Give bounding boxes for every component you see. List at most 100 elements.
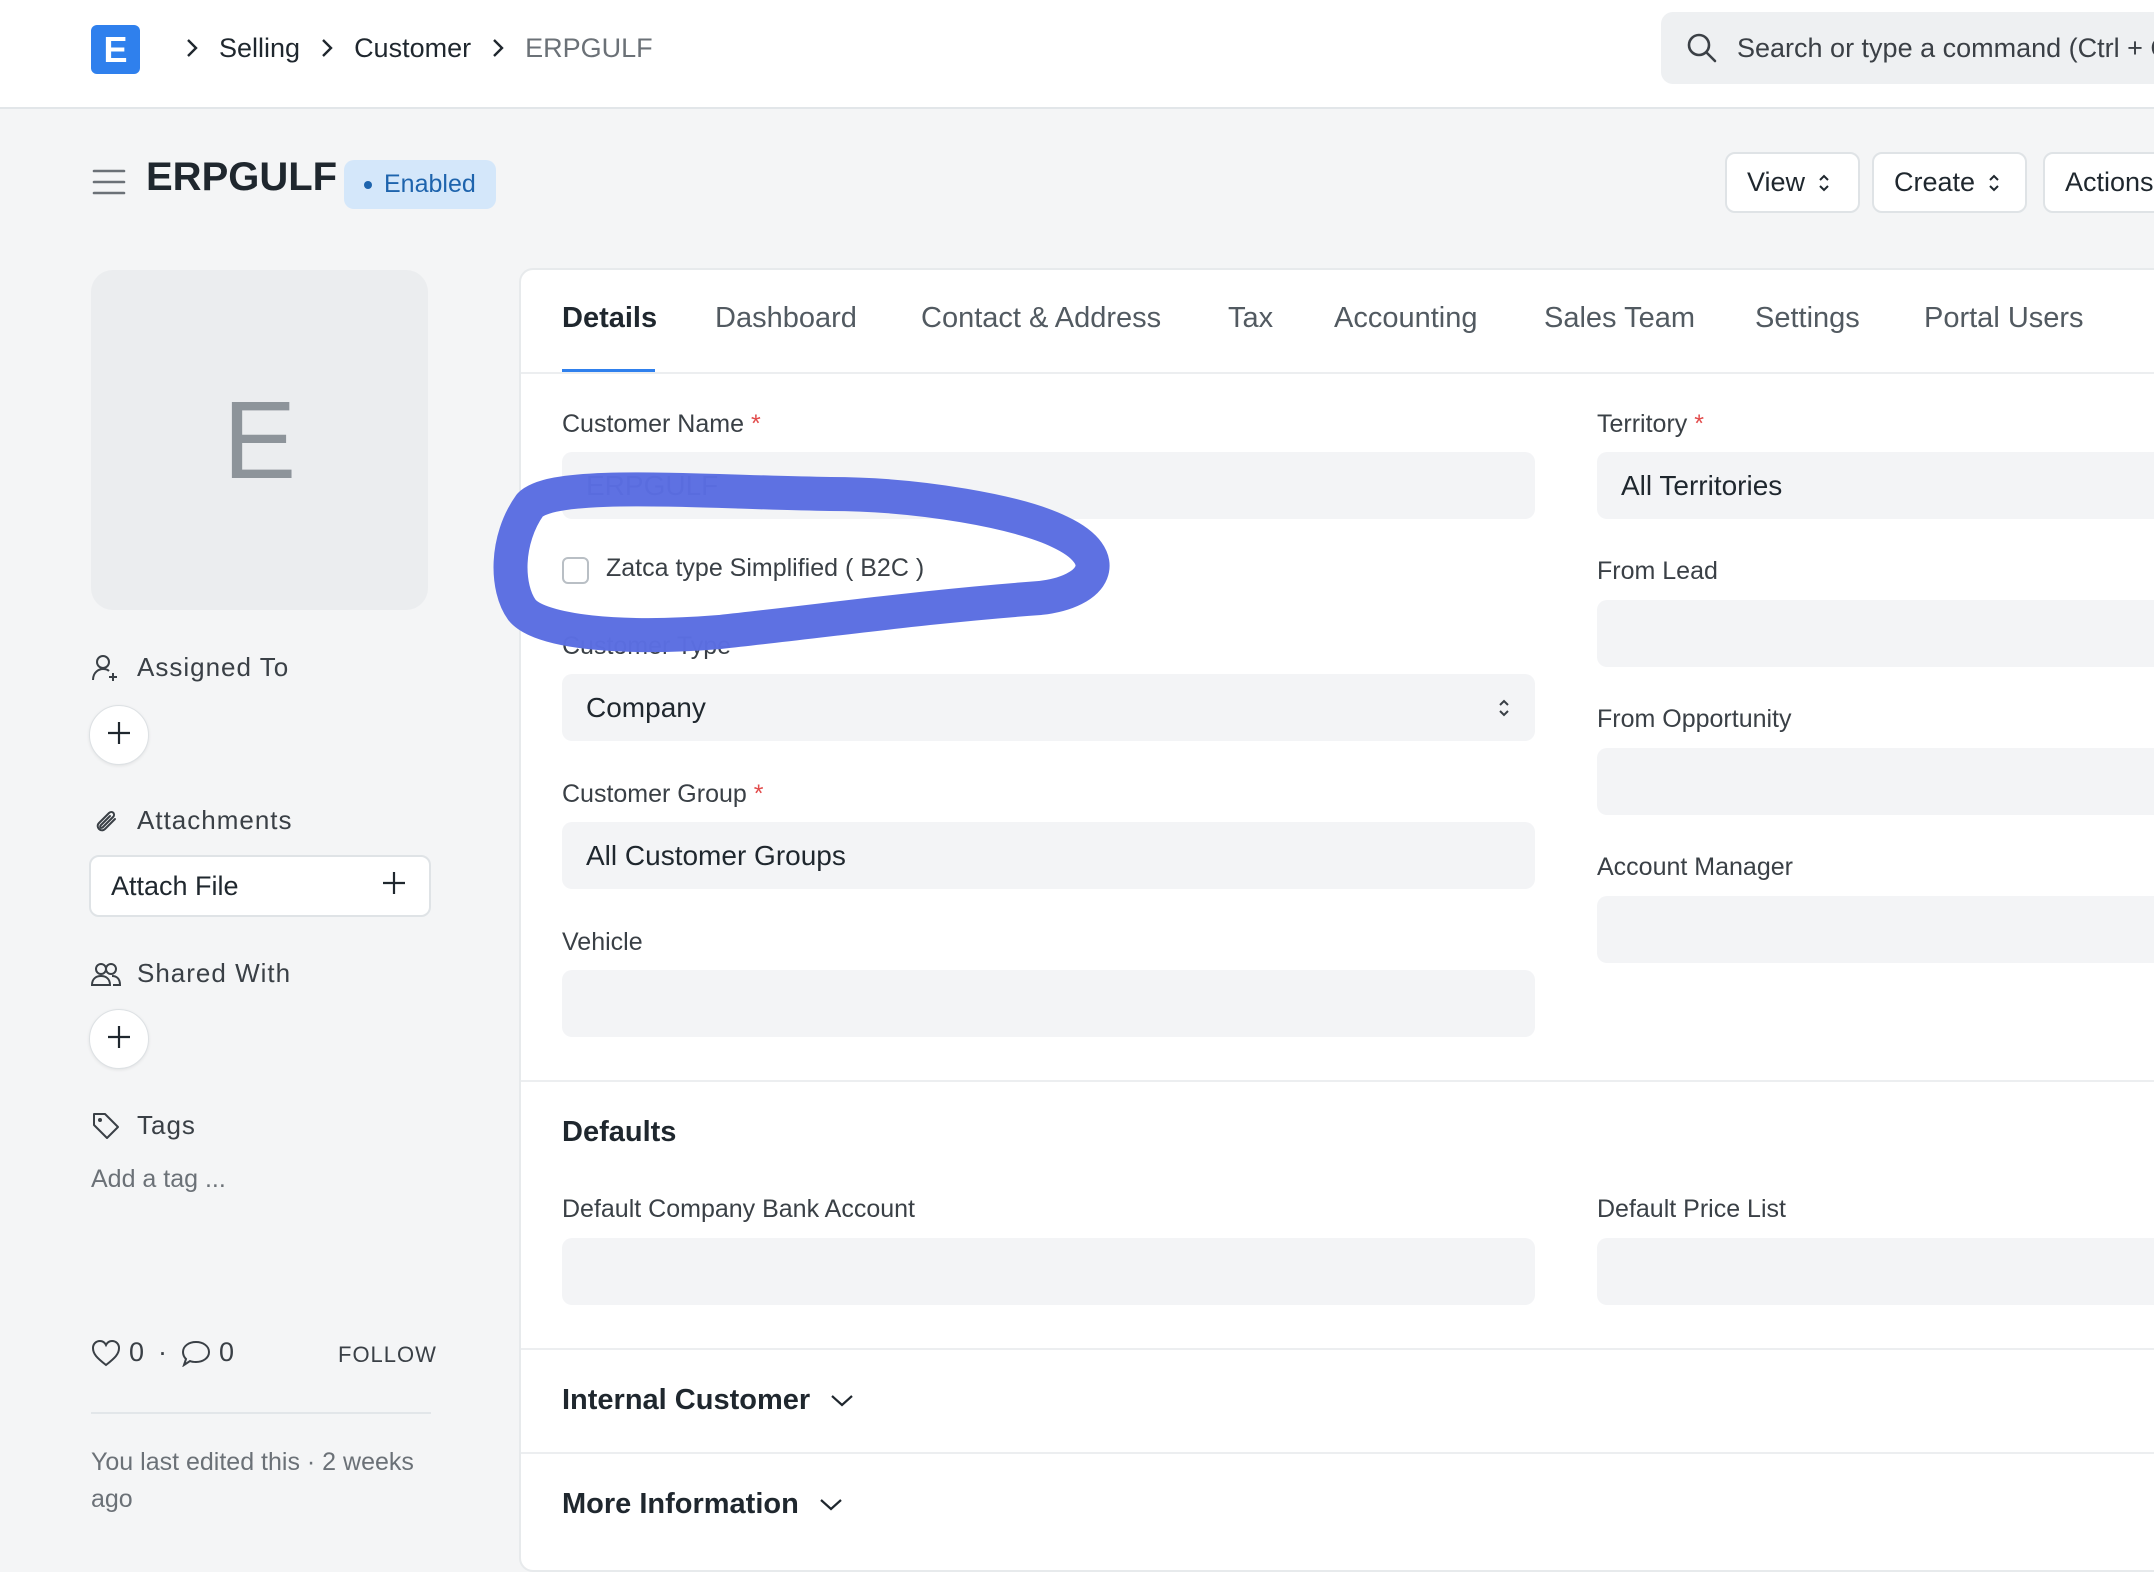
status-badge: Enabled — [344, 160, 496, 209]
attachments-label: Attachments — [91, 805, 293, 836]
search-placeholder: Search or type a command (Ctrl + G) — [1737, 32, 2154, 63]
tab-accounting[interactable]: Accounting — [1334, 302, 1478, 335]
active-tab-indicator — [562, 369, 655, 372]
customer-group-input[interactable]: All Customer Groups — [562, 822, 1535, 889]
users-icon — [91, 959, 121, 989]
stats-separator: · — [158, 1337, 168, 1367]
app-logo[interactable]: E — [91, 25, 140, 74]
assigned-to-label: Assigned To — [91, 652, 289, 683]
search-bar[interactable]: Search or type a command (Ctrl + G) — [1661, 12, 2154, 84]
shared-with-text: Shared With — [137, 958, 292, 988]
customer-name-input[interactable]: ERPGULF — [562, 452, 1535, 519]
internal-customer-title: Internal Customer — [562, 1384, 811, 1416]
more-information-title: More Information — [562, 1488, 799, 1520]
stats-row: 0 · 0 — [91, 1337, 234, 1368]
tab-dashboard[interactable]: Dashboard — [715, 302, 857, 335]
paperclip-icon — [91, 806, 121, 836]
shared-with-label: Shared With — [91, 958, 291, 989]
plus-icon — [106, 720, 132, 751]
breadcrumb-customer[interactable]: Customer — [354, 33, 471, 64]
comment-icon[interactable] — [181, 1339, 211, 1367]
assigned-to-text: Assigned To — [137, 652, 290, 682]
from-opportunity-input[interactable] — [1597, 748, 2154, 815]
vehicle-label: Vehicle — [562, 928, 643, 956]
breadcrumb: Selling Customer ERPGULF — [165, 26, 653, 70]
from-opportunity-label: From Opportunity — [1597, 705, 1792, 733]
chevron-right-icon — [179, 35, 205, 61]
from-lead-input[interactable] — [1597, 600, 2154, 667]
customer-group-label: Customer Group * — [562, 780, 764, 808]
account-manager-label: Account Manager — [1597, 853, 1793, 881]
tab-contact-address[interactable]: Contact & Address — [921, 302, 1161, 335]
zatca-checkbox-label: Zatca type Simplified ( B2C ) — [606, 554, 925, 582]
user-add-icon — [91, 653, 121, 683]
actions-button[interactable]: Actions — [2043, 152, 2154, 213]
sort-arrows-icon — [1987, 172, 2001, 194]
chevron-down-icon — [819, 1498, 843, 1512]
territory-label: Territory * — [1597, 410, 1704, 438]
attachments-text: Attachments — [137, 805, 293, 835]
more-information-section[interactable]: More Information — [562, 1488, 843, 1521]
status-label: Enabled — [384, 170, 476, 198]
customer-type-select[interactable]: Company — [562, 674, 1535, 741]
tab-details[interactable]: Details — [562, 302, 657, 335]
tab-tax[interactable]: Tax — [1228, 302, 1273, 335]
form-card: Details Dashboard Contact & Address Tax … — [519, 268, 2154, 1572]
plus-icon — [106, 1024, 132, 1055]
select-arrows-icon — [1497, 696, 1511, 720]
internal-customer-section[interactable]: Internal Customer — [562, 1384, 854, 1417]
tab-bar: Details Dashboard Contact & Address Tax … — [521, 270, 2154, 374]
tag-icon — [91, 1111, 121, 1141]
plus-icon — [381, 870, 407, 903]
like-count: 0 — [129, 1337, 145, 1367]
default-price-list-label: Default Price List — [1597, 1195, 1786, 1223]
add-tag-link[interactable]: Add a tag ... — [91, 1165, 226, 1194]
add-share-button[interactable] — [89, 1009, 149, 1069]
chevron-right-icon — [485, 35, 511, 61]
section-divider — [521, 1080, 2154, 1082]
default-price-list-input[interactable] — [1597, 1238, 2154, 1305]
status-dot — [364, 180, 372, 189]
section-divider — [521, 1348, 2154, 1350]
tab-portal-users[interactable]: Portal Users — [1924, 302, 2084, 335]
attach-file-button[interactable]: Attach File — [89, 855, 431, 917]
customer-type-value: Company — [586, 691, 706, 723]
sort-arrows-icon — [1817, 172, 1831, 194]
last-edited-text: You last edited this · 2 weeks ago — [91, 1448, 414, 1513]
search-icon — [1685, 31, 1719, 65]
attach-file-label: Attach File — [111, 870, 239, 901]
comment-count: 0 — [219, 1337, 235, 1367]
top-navbar: E Selling Customer ERPGULF Search or typ… — [0, 0, 2154, 109]
tab-sales-team[interactable]: Sales Team — [1544, 302, 1695, 335]
tags-text: Tags — [137, 1110, 196, 1140]
sidebar-divider — [91, 1412, 431, 1414]
create-button[interactable]: Create — [1872, 152, 2027, 213]
breadcrumb-selling[interactable]: Selling — [219, 33, 300, 64]
follow-button[interactable]: FOLLOW — [338, 1342, 437, 1368]
view-button[interactable]: View — [1725, 152, 1860, 213]
breadcrumb-current[interactable]: ERPGULF — [525, 33, 653, 64]
zatca-checkbox[interactable] — [562, 557, 589, 584]
add-assignee-button[interactable] — [89, 705, 149, 765]
vehicle-input[interactable] — [562, 970, 1535, 1037]
heart-icon[interactable] — [91, 1339, 121, 1367]
tab-settings[interactable]: Settings — [1755, 302, 1860, 335]
customer-type-label: Customer Type — [562, 632, 732, 660]
territory-input[interactable]: All Territories — [1597, 452, 2154, 519]
customer-name-label: Customer Name * — [562, 410, 761, 438]
from-lead-label: From Lead — [1597, 557, 1718, 585]
tags-label: Tags — [91, 1110, 196, 1141]
hamburger-menu-icon[interactable] — [92, 167, 126, 197]
chevron-right-icon — [314, 35, 340, 61]
default-bank-account-label: Default Company Bank Account — [562, 1195, 915, 1223]
create-button-label: Create — [1894, 167, 1976, 197]
account-manager-input[interactable] — [1597, 896, 2154, 963]
chevron-down-icon — [830, 1394, 854, 1408]
page-title: ERPGULF — [146, 155, 338, 199]
view-button-label: View — [1747, 167, 1806, 197]
defaults-section-title: Defaults — [562, 1116, 677, 1148]
section-divider — [521, 1452, 2154, 1454]
avatar[interactable]: E — [91, 270, 428, 610]
default-bank-account-input[interactable] — [562, 1238, 1535, 1305]
actions-button-label: Actions — [2065, 167, 2154, 197]
